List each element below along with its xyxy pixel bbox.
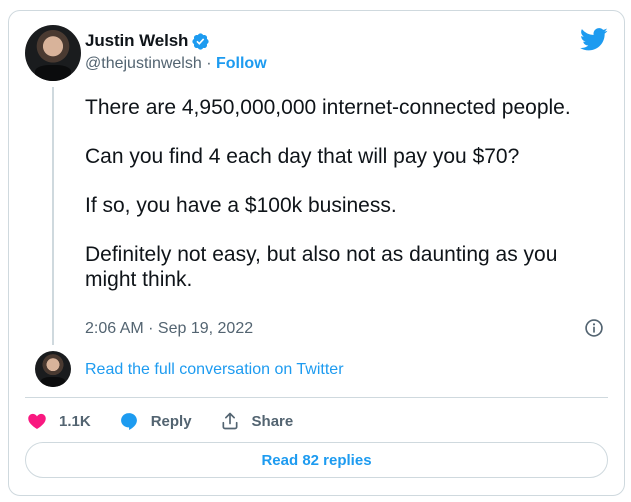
tweet-paragraph: Definitely not easy, but also not as dau… [85,243,558,291]
read-conversation-link[interactable]: Read the full conversation on Twitter [85,361,344,379]
like-button[interactable]: 1.1K [27,411,91,431]
reply-bubble-icon [120,413,137,430]
handle-separator: · [206,55,212,72]
info-icon[interactable] [584,318,604,338]
action-bar: 1.1K Reply Share [27,409,321,433]
share-button[interactable]: Share [220,411,294,431]
share-icon [222,412,238,430]
share-label: Share [251,412,294,430]
author-name-row: Justin Welsh [85,31,210,51]
follow-button[interactable]: Follow [216,55,267,72]
thread-line [52,87,54,345]
tweet-paragraph: If so, you have a $100k business. [85,194,397,217]
reply-label: Reply [150,412,192,430]
divider [25,397,608,398]
like-count: 1.1K [59,412,91,430]
read-replies-button[interactable]: Read 82 replies [25,442,608,478]
tweet-card: Justin Welsh @thejustinwelsh · Follow Th… [8,10,625,496]
tweet-paragraph: Can you find 4 each day that will pay yo… [85,145,520,168]
author-name[interactable]: Justin Welsh [85,31,188,51]
author-handle-row: @thejustinwelsh · Follow [85,55,267,73]
conversation-avatar[interactable] [35,351,71,387]
reply-button[interactable]: Reply [119,411,192,431]
twitter-bird-icon[interactable] [580,25,608,53]
tweet-timestamp[interactable]: 2:06 AM · Sep 19, 2022 [85,320,253,338]
author-avatar[interactable] [25,25,81,81]
author-handle[interactable]: @thejustinwelsh [85,55,202,72]
tweet-paragraph: There are 4,950,000,000 internet-connect… [85,96,571,119]
tweet-text: There are 4,950,000,000 internet-connect… [85,95,605,292]
heart-icon [28,413,46,430]
verified-badge-icon [192,32,209,50]
